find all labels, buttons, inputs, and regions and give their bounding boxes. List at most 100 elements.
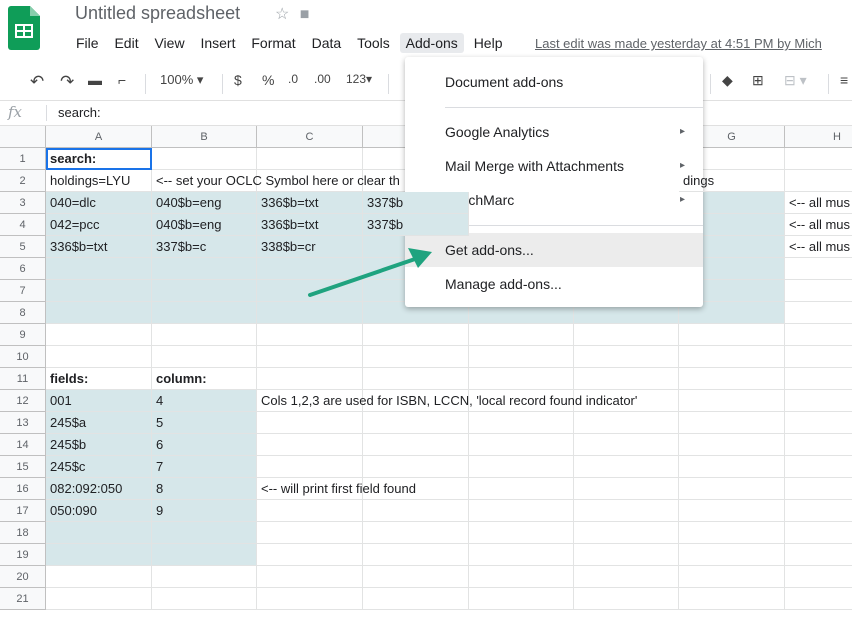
select-all-corner[interactable]: [0, 126, 46, 148]
zoom-select[interactable]: 100% ▾: [160, 72, 203, 88]
cell-h20[interactable]: [785, 566, 852, 588]
cell-h15[interactable]: [785, 456, 852, 478]
cell-f9[interactable]: [574, 324, 679, 346]
cell-a10[interactable]: [46, 346, 152, 368]
cell-h19[interactable]: [785, 544, 852, 566]
row-header-20[interactable]: 20: [0, 566, 46, 588]
cell-e15[interactable]: [469, 456, 574, 478]
row-header-13[interactable]: 13: [0, 412, 46, 434]
cell-g2[interactable]: dings: [679, 170, 785, 192]
column-header-c[interactable]: C: [257, 126, 363, 148]
cell-d19[interactable]: [363, 544, 469, 566]
row-header-7[interactable]: 7: [0, 280, 46, 302]
document-title[interactable]: Untitled spreadsheet: [75, 3, 240, 24]
cell-f19[interactable]: [574, 544, 679, 566]
cell-a17[interactable]: 050:090: [46, 500, 152, 522]
cell-g17[interactable]: [679, 500, 785, 522]
cell-h1[interactable]: [785, 148, 852, 170]
row-header-9[interactable]: 9: [0, 324, 46, 346]
row-header-6[interactable]: 6: [0, 258, 46, 280]
cell-b2[interactable]: <-- set your OCLC Symbol here or clear t…: [152, 170, 400, 192]
cell-a4[interactable]: 042=pcc: [46, 214, 152, 236]
cell-f13[interactable]: [574, 412, 679, 434]
currency-button[interactable]: $: [234, 72, 242, 88]
menu-help[interactable]: Help: [468, 33, 509, 53]
cell-e14[interactable]: [469, 434, 574, 456]
menu-edit[interactable]: Edit: [108, 33, 144, 53]
cell-e11[interactable]: [469, 368, 574, 390]
cell-c14[interactable]: [257, 434, 363, 456]
menu-tools[interactable]: Tools: [351, 33, 396, 53]
cell-a9[interactable]: [46, 324, 152, 346]
row-header-15[interactable]: 15: [0, 456, 46, 478]
cell-a8[interactable]: [46, 302, 152, 324]
redo-icon[interactable]: ↷: [60, 72, 74, 92]
menu-item-document-addons[interactable]: Document add-ons: [405, 65, 703, 99]
cell-h21[interactable]: [785, 588, 852, 610]
cell-c11[interactable]: [257, 368, 363, 390]
cell-a6[interactable]: [46, 258, 152, 280]
align-icon[interactable]: ≡: [840, 72, 848, 88]
undo-icon[interactable]: ↶: [30, 72, 44, 92]
cell-c16[interactable]: <-- will print first field found: [257, 478, 416, 500]
folder-icon[interactable]: ■: [300, 6, 310, 23]
cell-g20[interactable]: [679, 566, 785, 588]
row-header-18[interactable]: 18: [0, 522, 46, 544]
row-header-5[interactable]: 5: [0, 236, 46, 258]
cell-f18[interactable]: [574, 522, 679, 544]
menu-addons[interactable]: Add-ons: [399, 33, 464, 53]
column-header-a[interactable]: A: [46, 126, 152, 148]
cell-b7[interactable]: [152, 280, 257, 302]
row-header-2[interactable]: 2: [0, 170, 46, 192]
print-icon[interactable]: ▬: [88, 72, 102, 88]
cell-g12[interactable]: [679, 390, 785, 412]
cell-e17[interactable]: [469, 500, 574, 522]
cell-d3[interactable]: 337$b: [363, 192, 469, 214]
sheets-logo[interactable]: [8, 6, 40, 50]
row-header-10[interactable]: 10: [0, 346, 46, 368]
cell-b6[interactable]: [152, 258, 257, 280]
cell-b11[interactable]: column:: [152, 368, 257, 390]
borders-icon[interactable]: ⊞: [752, 72, 764, 89]
cell-d15[interactable]: [363, 456, 469, 478]
cell-b19[interactable]: [152, 544, 257, 566]
menu-insert[interactable]: Insert: [194, 33, 241, 53]
cell-f17[interactable]: [574, 500, 679, 522]
cell-h5[interactable]: <-- all mus: [785, 236, 852, 258]
cell-b20[interactable]: [152, 566, 257, 588]
row-header-4[interactable]: 4: [0, 214, 46, 236]
menu-item-get-addons[interactable]: Get add-ons...: [405, 233, 703, 267]
row-header-1[interactable]: 1: [0, 148, 46, 170]
cell-b15[interactable]: 7: [152, 456, 257, 478]
cell-b1[interactable]: [152, 148, 257, 170]
paint-format-icon[interactable]: ⌐: [118, 72, 126, 88]
cell-g9[interactable]: [679, 324, 785, 346]
cell-h9[interactable]: [785, 324, 852, 346]
cell-e13[interactable]: [469, 412, 574, 434]
cell-b4[interactable]: 040$b=eng: [152, 214, 257, 236]
more-formats-button[interactable]: 123▾: [346, 72, 372, 86]
cell-e21[interactable]: [469, 588, 574, 610]
row-header-11[interactable]: 11: [0, 368, 46, 390]
cell-g10[interactable]: [679, 346, 785, 368]
menu-item-mail-merge[interactable]: Mail Merge with Attachments ▸: [405, 149, 703, 183]
cell-g21[interactable]: [679, 588, 785, 610]
cell-h6[interactable]: [785, 258, 852, 280]
last-edit-link[interactable]: Last edit was made yesterday at 4:51 PM …: [535, 36, 822, 51]
row-header-8[interactable]: 8: [0, 302, 46, 324]
cell-d20[interactable]: [363, 566, 469, 588]
cell-a19[interactable]: [46, 544, 152, 566]
cell-a16[interactable]: 082:092:050: [46, 478, 152, 500]
cell-c12[interactable]: Cols 1,2,3 are used for ISBN, LCCN, 'loc…: [257, 390, 637, 412]
row-header-14[interactable]: 14: [0, 434, 46, 456]
cell-d14[interactable]: [363, 434, 469, 456]
percent-button[interactable]: %: [262, 72, 274, 88]
cell-a2[interactable]: holdings=LYU: [46, 170, 152, 192]
cell-a21[interactable]: [46, 588, 152, 610]
cell-e10[interactable]: [469, 346, 574, 368]
cell-a5[interactable]: 336$b=txt: [46, 236, 152, 258]
cell-h4[interactable]: <-- all mus: [785, 214, 852, 236]
cell-a18[interactable]: [46, 522, 152, 544]
cell-c1[interactable]: [257, 148, 363, 170]
cell-c18[interactable]: [257, 522, 363, 544]
